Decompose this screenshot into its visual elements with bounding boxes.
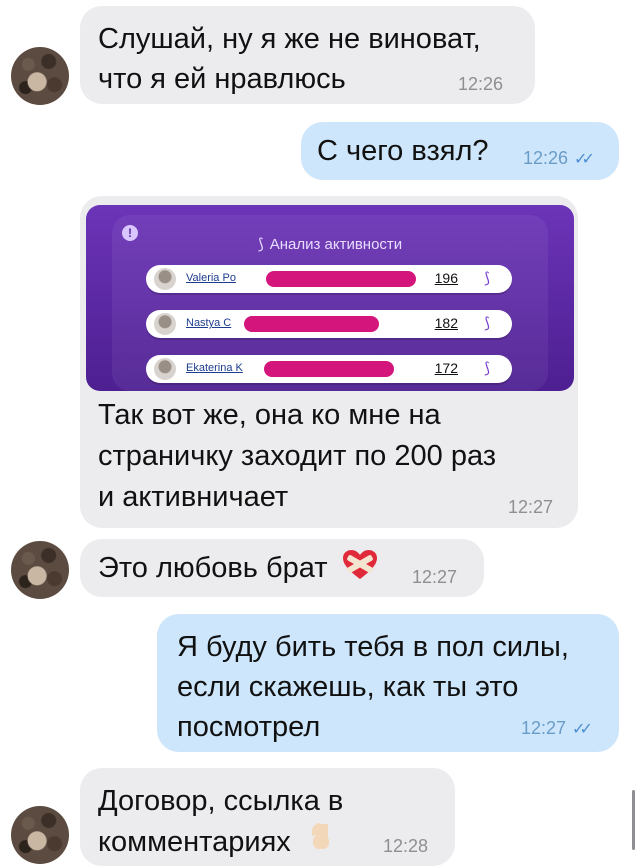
visit-count: 172 — [434, 360, 458, 376]
contact-avatar[interactable] — [11, 47, 69, 105]
activity-row: Valeria Po 196 ⟆ — [146, 265, 512, 293]
message-text: Слушай, ну я же не виноват, — [98, 23, 481, 55]
share-network-icon: ⟆ — [484, 360, 490, 377]
message-time: 12:27 ✓✓ — [521, 718, 593, 740]
mended-heart-emoji — [342, 549, 378, 592]
message-text: Так вот же, она ко мне на — [98, 399, 441, 431]
activity-title: ⟆ Анализ активности — [86, 235, 574, 253]
share-network-icon: ⟆ — [484, 315, 490, 332]
activity-title-label: Анализ активности — [269, 236, 403, 253]
user-avatar — [154, 358, 176, 380]
message-text-line: комментариях — [98, 826, 291, 858]
message-text: если скажешь, как ты это — [177, 671, 519, 703]
user-avatar — [154, 268, 176, 290]
message-time-label: 12:27 — [521, 718, 567, 738]
redaction-mark — [264, 361, 394, 377]
message-text: что я ей нравлюсь — [98, 63, 346, 95]
contact-avatar[interactable] — [11, 806, 69, 864]
contact-avatar[interactable] — [11, 541, 69, 599]
message-time-label: 12:26 — [523, 148, 569, 168]
user-name: Nastya C — [186, 317, 232, 329]
message-bubble-incoming[interactable]: Это любовь брат 12:27 — [80, 539, 484, 597]
message-text: Это любовь брат — [98, 552, 328, 584]
message-bubble-incoming[interactable]: Слушай, ну я же не виноват, что я ей нра… — [80, 6, 535, 104]
scrollbar[interactable] — [632, 790, 635, 850]
message-text: и активничает — [98, 481, 289, 513]
point-down-emoji — [307, 821, 333, 866]
activity-row: Ekaterina K 172 ⟆ — [146, 355, 512, 383]
message-bubble-outgoing[interactable]: Я буду бить тебя в пол силы, если скажеш… — [157, 614, 619, 752]
user-name: Valeria Po — [186, 272, 236, 284]
message-text: страничку заходит по 200 раз — [98, 440, 497, 472]
double-check-icon: ✓✓ — [572, 721, 593, 738]
message-time: 12:28 — [383, 836, 429, 856]
visit-count: 182 — [434, 315, 458, 331]
share-network-icon: ⟆ — [257, 236, 264, 253]
double-check-icon: ✓✓ — [574, 151, 595, 168]
message-time: 12:26 — [458, 74, 504, 94]
message-time: 12:27 — [412, 567, 458, 587]
message-bubble-incoming[interactable]: Договор, ссылка в комментариях 12:28 — [80, 768, 455, 866]
visit-count: 196 — [434, 270, 458, 286]
message-text: Договор, ссылка в — [98, 785, 344, 817]
redaction-mark — [266, 271, 416, 287]
share-network-icon: ⟆ — [484, 270, 490, 287]
user-avatar — [154, 313, 176, 335]
activity-row: Nastya C 182 ⟆ — [146, 310, 512, 338]
message-time: 12:27 — [508, 497, 554, 517]
message-text: Я буду бить тебя в пол силы, — [177, 631, 569, 663]
message-bubble-outgoing[interactable]: С чего взял? 12:26 ✓✓ — [301, 122, 619, 180]
user-name: Ekaterina K — [186, 362, 243, 374]
message-time: 12:26 ✓✓ — [523, 148, 595, 170]
attached-screenshot[interactable]: ! ⟆ Анализ активности Valeria Po 196 ⟆ Na… — [86, 205, 574, 391]
redaction-mark — [244, 316, 379, 332]
